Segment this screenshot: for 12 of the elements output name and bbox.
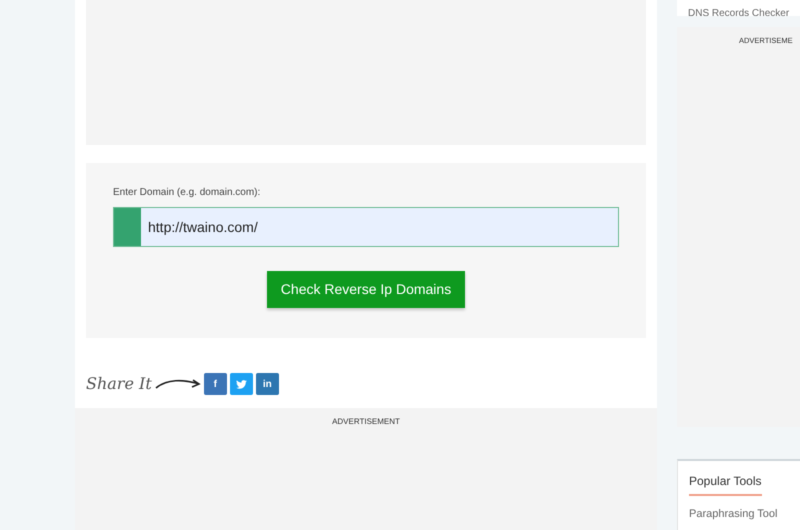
linkedin-share-button[interactable]: in <box>256 373 279 395</box>
share-label: Share It <box>86 373 152 395</box>
advertisement-label: ADVERTISEMENT <box>332 416 400 428</box>
sidebar-link[interactable]: DNS Records Checker <box>688 8 790 16</box>
field-label: Enter Domain (e.g. domain.com): <box>113 186 262 200</box>
facebook-share-button[interactable]: f <box>204 373 227 395</box>
check-button[interactable]: Check Reverse Ip Domains <box>266 271 466 308</box>
domain-input-field[interactable]: http://twaino.com/ <box>113 207 619 247</box>
arrow-icon <box>154 377 201 391</box>
bird-icon[interactable] <box>230 373 253 395</box>
tool-link[interactable]: Paraphrasing Tool <box>689 506 789 522</box>
card-title: Popular Tools <box>689 472 762 496</box>
